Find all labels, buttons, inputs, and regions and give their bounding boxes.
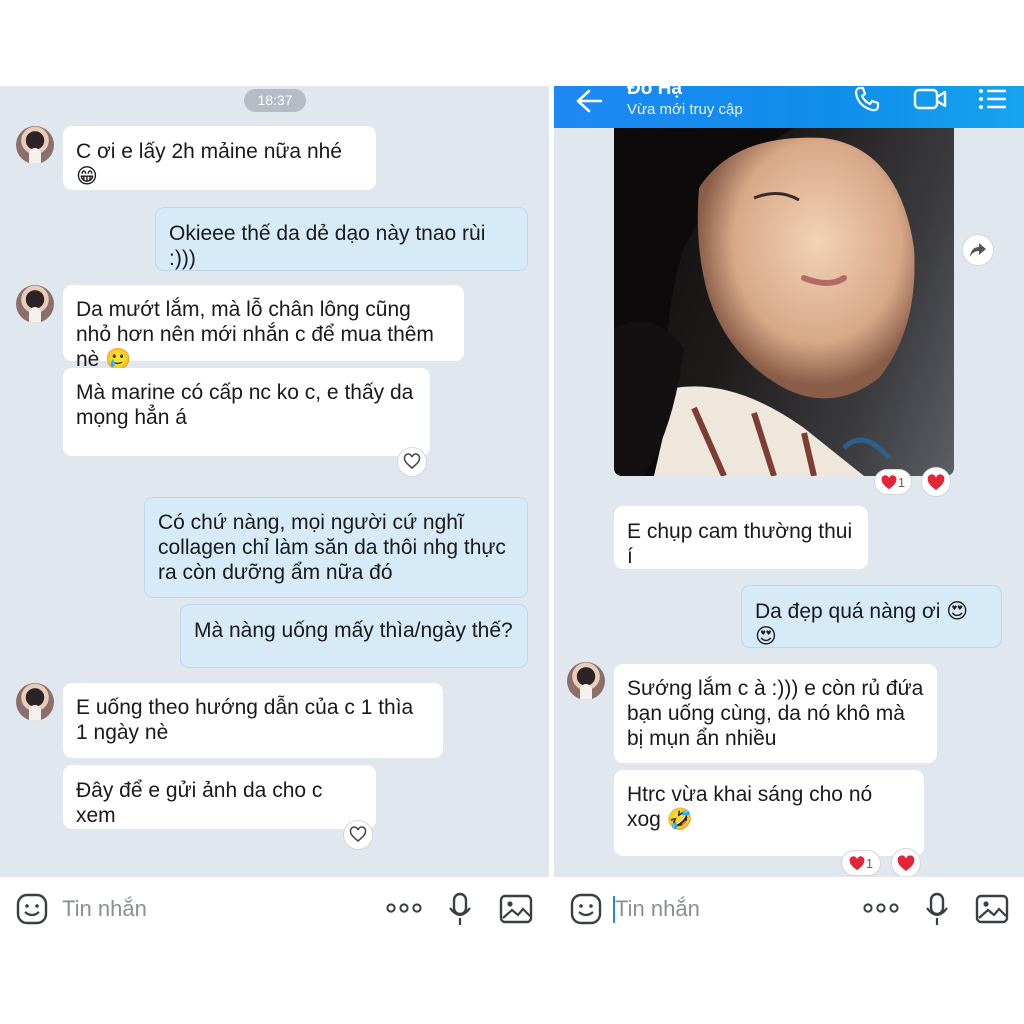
avatar[interactable] <box>16 126 54 164</box>
contact-status: Vừa mới truy cập <box>627 101 743 118</box>
message-input[interactable]: Tin nhắn <box>615 896 700 922</box>
heart-icon <box>349 826 367 842</box>
heart-icon <box>897 854 915 871</box>
reaction-count-badge[interactable]: 1 <box>841 850 881 876</box>
menu-icon[interactable] <box>976 86 1010 114</box>
contact-name: Đỗ Hạ <box>627 86 682 99</box>
reaction-count-badge[interactable]: 1 <box>874 469 912 495</box>
message-incoming[interactable]: Đây để e gửi ảnh da cho c xem <box>63 765 376 829</box>
chat-header: Đỗ Hạ Vừa mới truy cập <box>554 86 1024 128</box>
react-heart-button[interactable] <box>921 467 951 497</box>
heart-icon <box>881 474 897 489</box>
avatar[interactable] <box>16 285 54 323</box>
heart-icon <box>927 473 945 490</box>
message-incoming[interactable]: E chụp cam thường thui í <box>614 506 868 569</box>
emoji-icon[interactable] <box>14 891 50 927</box>
avatar[interactable] <box>567 662 605 700</box>
avatar[interactable] <box>16 683 54 721</box>
heart-icon <box>403 453 421 469</box>
heart-icon <box>849 855 865 870</box>
share-button[interactable] <box>962 234 994 266</box>
react-heart-button[interactable] <box>397 447 427 477</box>
reaction-count: 1 <box>865 855 874 871</box>
message-incoming[interactable]: Da mướt lắm, mà lỗ chân lông cũng nhỏ hơ… <box>63 285 464 371</box>
more-icon[interactable] <box>861 893 901 923</box>
share-icon <box>970 243 986 257</box>
message-incoming[interactable]: Sướng lắm c à :))) e còn rủ đứa bạn uống… <box>614 664 937 763</box>
message-outgoing[interactable]: Okieee thế da dẻ dạo này tnao rùi :))) <box>155 207 528 271</box>
message-incoming[interactable]: Mà marine có cấp nc ko c, e thấy da mọng… <box>63 368 430 456</box>
message-outgoing[interactable]: Mà nàng uống mấy thìa/ngày thế? <box>180 604 528 668</box>
shared-photo[interactable] <box>614 128 954 476</box>
mic-icon[interactable] <box>923 891 951 927</box>
react-heart-button[interactable] <box>891 848 921 878</box>
message-incoming[interactable]: C ơi e lấy 2h mảine nữa nhé 😁 <box>63 126 376 190</box>
message-input[interactable]: Tin nhắn <box>62 896 147 922</box>
message-incoming[interactable]: Htrc vừa khai sáng cho nó xog 🤣 <box>614 770 924 856</box>
left-chat-panel: 18:37 C ơi e lấy 2h mảine nữa nhé 😁 Okie… <box>0 86 549 938</box>
message-outgoing[interactable]: Da đẹp quá nàng ơi 😍😍 <box>741 585 1002 648</box>
message-incoming[interactable]: E uống theo hướng dẫn của c 1 thìa 1 ngà… <box>63 683 443 758</box>
right-chat-panel: Đỗ Hạ Vừa mới truy cập 1 E chụp cam thườ… <box>554 86 1024 938</box>
right-input-bar: Tin nhắn <box>554 876 1024 938</box>
video-icon[interactable] <box>912 86 948 114</box>
image-icon[interactable] <box>974 891 1010 927</box>
back-arrow-icon[interactable] <box>572 86 606 116</box>
image-icon[interactable] <box>498 891 534 927</box>
reaction-count: 1 <box>897 474 906 490</box>
timestamp-pill: 18:37 <box>244 89 306 112</box>
emoji-icon[interactable] <box>568 891 604 927</box>
phone-icon[interactable] <box>852 86 882 114</box>
mic-icon[interactable] <box>446 891 474 927</box>
react-heart-button[interactable] <box>343 820 373 850</box>
more-icon[interactable] <box>384 893 424 923</box>
message-outgoing[interactable]: Có chứ nàng, mọi người cứ nghĩ collagen … <box>144 497 528 598</box>
left-input-bar: Tin nhắn <box>0 876 549 938</box>
